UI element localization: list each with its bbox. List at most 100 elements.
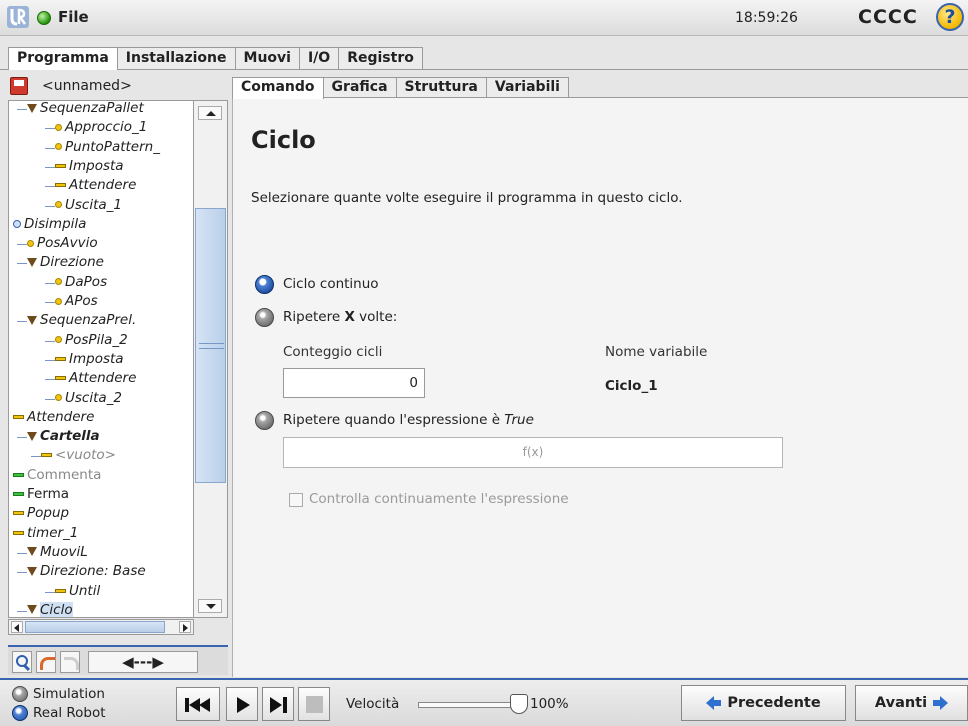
comment-icon xyxy=(13,472,24,477)
loop-count-input[interactable]: 0 xyxy=(283,368,425,398)
program-tree[interactable]: SequenzaPallet Approccio_1 PuntoPattern_ Im… xyxy=(8,100,194,618)
real-robot-label: Real Robot xyxy=(33,705,106,721)
step-button[interactable] xyxy=(262,687,294,721)
rewind-button[interactable] xyxy=(176,687,220,721)
tree-item[interactable]: PuntoPattern_ xyxy=(55,138,160,157)
arrow-right-icon xyxy=(940,696,949,710)
tab-installazione[interactable]: Installazione xyxy=(116,47,236,69)
next-button[interactable]: Avanti xyxy=(855,685,968,721)
command-icon xyxy=(55,376,66,381)
scroll-left-button[interactable] xyxy=(11,621,23,633)
tree-item[interactable]: Direzione xyxy=(27,253,104,272)
undo-icon[interactable] xyxy=(36,651,56,673)
tab-io[interactable]: I/O xyxy=(298,47,340,69)
tree-item[interactable]: Ferma xyxy=(13,485,69,504)
tree-guide xyxy=(45,205,55,207)
move-node-button[interactable]: ◀---▶ xyxy=(88,651,198,673)
tab-registro[interactable]: Registro xyxy=(338,47,423,69)
stop-button[interactable] xyxy=(298,687,330,721)
radio-continuous-label: Ciclo continuo xyxy=(283,276,379,292)
tab-muovi[interactable]: Muovi xyxy=(234,47,300,69)
tree-item[interactable]: Commenta xyxy=(13,466,101,485)
tree-item[interactable]: Cartella xyxy=(27,427,100,446)
simulation-radio[interactable] xyxy=(12,686,28,702)
play-button[interactable] xyxy=(226,687,258,721)
command-icon xyxy=(55,588,66,593)
radio-repeat-expression[interactable] xyxy=(255,411,274,430)
tree-item[interactable]: Approccio_1 xyxy=(55,118,147,137)
waypoint-icon xyxy=(55,278,62,286)
tree-item-label: PuntoPattern_ xyxy=(65,138,160,155)
tab-struttura[interactable]: Struttura xyxy=(395,77,487,98)
expression-input[interactable]: f(x) xyxy=(283,437,783,468)
variable-name: Ciclo_1 xyxy=(605,378,658,394)
tab-variabili[interactable]: Variabili xyxy=(485,77,569,98)
scroll-up-button[interactable] xyxy=(198,106,222,120)
tree-item[interactable]: Ciclo xyxy=(27,601,73,617)
arrow-left-tail xyxy=(714,700,722,706)
redo-icon[interactable] xyxy=(60,651,80,673)
tree-item[interactable]: Attendere xyxy=(13,408,94,427)
pallet-icon xyxy=(13,219,21,228)
tree-item-label: Until xyxy=(69,582,101,599)
tree-guide xyxy=(45,147,55,149)
tree-item-label: Uscita_1 xyxy=(65,196,122,213)
tree-item[interactable]: Until xyxy=(55,582,100,601)
tree-item[interactable]: Imposta xyxy=(55,157,124,176)
radio-continuous[interactable] xyxy=(255,275,274,294)
real-robot-radio[interactable] xyxy=(12,705,28,721)
tree-item[interactable]: SequenzaPallet xyxy=(27,100,144,118)
page-title: Ciclo xyxy=(251,126,316,154)
tree-item-label: Uscita_2 xyxy=(65,389,122,406)
tree-item-label: DaPos xyxy=(65,273,108,290)
tree-toolbar: ◀---▶ xyxy=(8,645,228,675)
tree-guide xyxy=(45,340,55,342)
rewind-icon xyxy=(199,698,210,712)
tree-item[interactable]: Uscita_1 xyxy=(55,196,122,215)
tab-programma[interactable]: Programma xyxy=(8,47,118,70)
tree-horizontal-scrollbar[interactable] xyxy=(8,619,194,635)
tree-item[interactable]: Attendere xyxy=(55,176,136,195)
tree-item[interactable]: <vuoto> xyxy=(41,446,116,465)
radio-repeat-times[interactable] xyxy=(255,308,274,327)
help-icon[interactable]: ? xyxy=(936,3,964,31)
tree-item[interactable]: Disimpila xyxy=(13,215,86,234)
speed-value: 100% xyxy=(530,696,569,712)
command-panel: Ciclo Selezionare quante volte eseguire … xyxy=(232,97,968,677)
file-menu[interactable]: File xyxy=(58,8,89,26)
tree-item[interactable]: Popup xyxy=(13,504,69,523)
folder-icon xyxy=(27,257,37,267)
tree-item[interactable]: SequenzaPrel. xyxy=(27,311,136,330)
scroll-right-button[interactable] xyxy=(179,621,191,633)
tree-item[interactable]: DaPos xyxy=(55,273,107,292)
tree-guide xyxy=(45,302,55,303)
speed-slider-handle[interactable] xyxy=(510,694,528,714)
tabs-divider xyxy=(0,69,968,70)
save-icon[interactable] xyxy=(10,77,28,95)
waypoint-icon xyxy=(55,336,62,344)
tree-item[interactable]: Uscita_2 xyxy=(55,389,122,408)
tree-item[interactable]: Attendere xyxy=(55,369,136,388)
tab-comando[interactable]: Comando xyxy=(232,77,324,99)
tree-item[interactable]: APos xyxy=(55,292,98,311)
scroll-down-button[interactable] xyxy=(198,599,222,613)
speed-slider[interactable] xyxy=(418,702,518,708)
search-icon[interactable] xyxy=(12,651,32,673)
hscroll-thumb[interactable] xyxy=(25,621,165,633)
tree-item[interactable]: PosAvvio xyxy=(27,234,98,253)
tree-item[interactable]: Direzione: Base xyxy=(27,562,146,581)
tree-item-label: SequenzaPallet xyxy=(40,100,144,116)
waypoint-icon xyxy=(55,143,62,151)
tree-item[interactable]: timer_1 xyxy=(13,524,78,543)
tree-item-label: Attendere xyxy=(27,408,95,425)
tree-item[interactable]: PosPila_2 xyxy=(55,331,128,350)
tree-item[interactable]: MuoviL xyxy=(27,543,88,562)
previous-button[interactable]: Precedente xyxy=(681,685,846,721)
tree-guide xyxy=(17,321,27,323)
scroll-thumb[interactable] xyxy=(195,208,226,483)
tab-grafica[interactable]: Grafica xyxy=(322,77,397,98)
tree-vertical-scrollbar[interactable] xyxy=(194,100,228,618)
continuous-check-checkbox[interactable] xyxy=(289,493,303,507)
tree-guide xyxy=(45,128,55,130)
tree-item[interactable]: Imposta xyxy=(55,350,124,369)
